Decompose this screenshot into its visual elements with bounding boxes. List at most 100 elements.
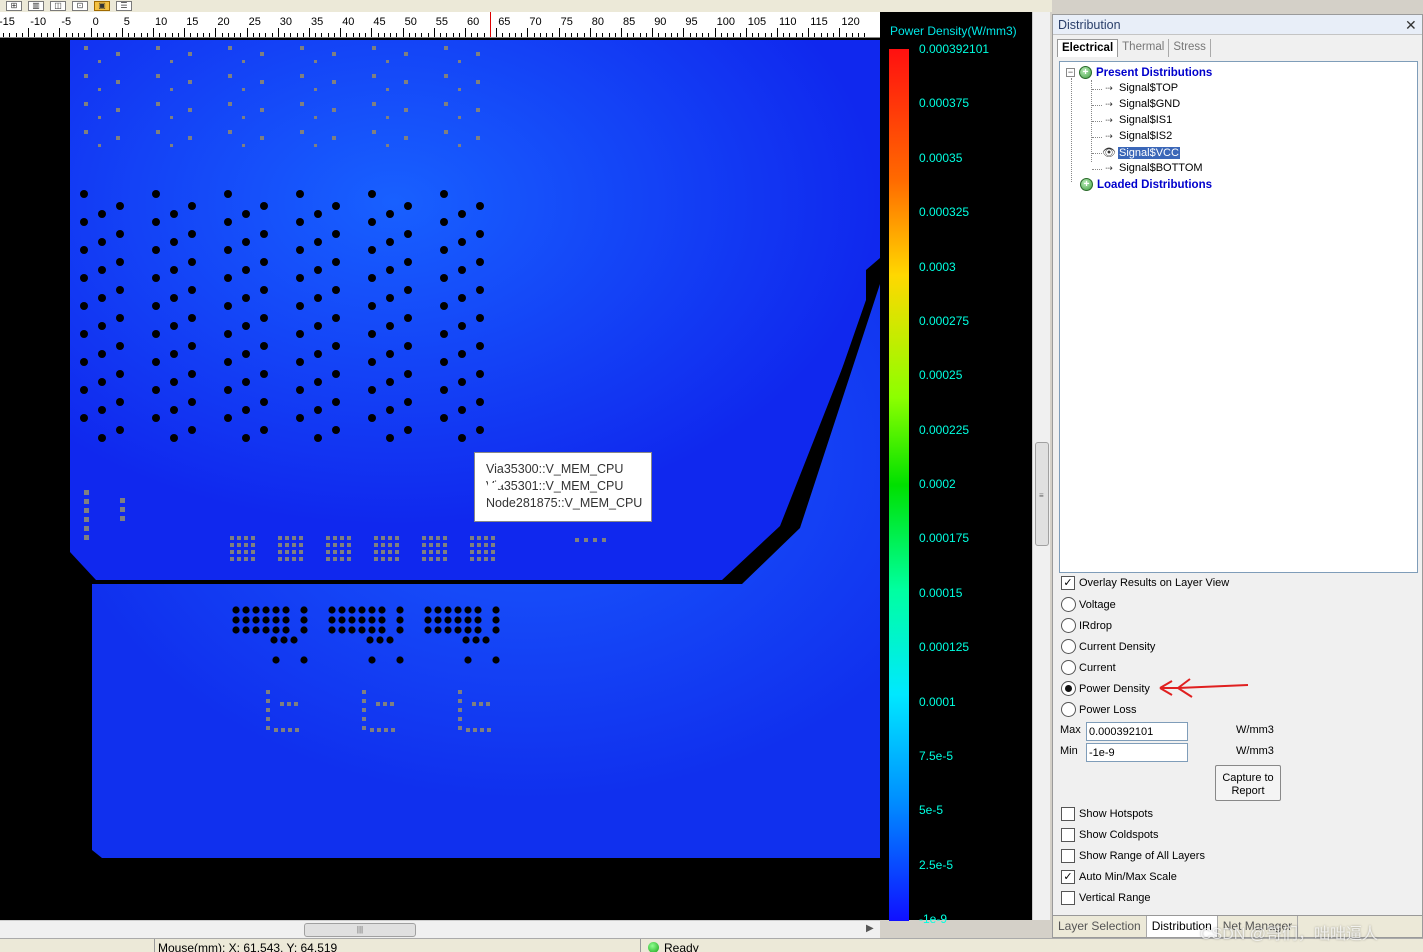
checkbox-box[interactable] bbox=[1061, 828, 1075, 842]
chart-icon[interactable]: ▥ bbox=[28, 1, 44, 11]
radio-voltage[interactable]: Voltage bbox=[1061, 597, 1116, 612]
via bbox=[224, 190, 232, 198]
max-value-field[interactable] bbox=[1086, 722, 1188, 741]
layout-canvas[interactable]: Via35300::V_MEM_CPU Via35301::V_MEM_CPU … bbox=[0, 38, 880, 920]
via bbox=[262, 616, 270, 624]
report-icon[interactable]: ☰ bbox=[116, 1, 132, 11]
checkbox-box[interactable]: ✓ bbox=[1061, 870, 1075, 884]
via bbox=[296, 302, 304, 310]
vertical-range-checkbox[interactable]: Vertical Range bbox=[1061, 891, 1151, 905]
via bbox=[188, 202, 196, 210]
via bbox=[170, 350, 178, 358]
via bbox=[476, 342, 484, 350]
tab-electrical[interactable]: Electrical bbox=[1057, 39, 1119, 57]
tree-node-loaded[interactable]: + Loaded Distributions bbox=[1080, 178, 1212, 191]
tree-leaf-is2[interactable]: ⇢ Signal$IS2 bbox=[1092, 130, 1173, 142]
pad bbox=[266, 717, 270, 721]
radio-button[interactable] bbox=[1061, 597, 1076, 612]
checkbox-box[interactable]: ✓ bbox=[1061, 576, 1075, 590]
tooltip-tail bbox=[488, 483, 504, 499]
radio-irdrop[interactable]: IRdrop bbox=[1061, 618, 1112, 633]
via bbox=[396, 616, 404, 624]
layer-icon: ⇢ bbox=[1105, 130, 1113, 141]
ruler-minor-tick bbox=[752, 33, 754, 37]
via bbox=[188, 230, 196, 238]
pad bbox=[372, 46, 376, 50]
tab-thermal[interactable]: Thermal bbox=[1118, 39, 1170, 57]
via bbox=[368, 274, 376, 282]
via bbox=[386, 378, 394, 386]
via bbox=[314, 294, 322, 302]
pad bbox=[84, 526, 89, 531]
tree-leaf-vcc[interactable]: 👁 Signal$VCC bbox=[1092, 146, 1180, 159]
tree-leaf-top[interactable]: ⇢ Signal$TOP bbox=[1092, 82, 1179, 94]
overlay-results-checkbox[interactable]: ✓ Overlay Results on Layer View bbox=[1061, 576, 1229, 590]
pad bbox=[228, 102, 232, 106]
via bbox=[348, 626, 356, 634]
via bbox=[314, 434, 322, 442]
tooltip-line: Via35301::V_MEM_CPU bbox=[486, 479, 624, 493]
capture-to-report-button[interactable]: Capture to Report bbox=[1215, 765, 1281, 801]
ruler-tick-label: 90 bbox=[654, 16, 667, 28]
via bbox=[116, 202, 124, 210]
tree-leaf-gnd[interactable]: ⇢ Signal$GND bbox=[1092, 98, 1181, 110]
tab-stress[interactable]: Stress bbox=[1169, 39, 1211, 57]
show-coldspots-checkbox[interactable]: Show Coldspots bbox=[1061, 828, 1159, 842]
tab-layer-selection[interactable]: Layer Selection bbox=[1053, 916, 1147, 937]
horizontal-scrollbar-thumb[interactable]: ||| bbox=[304, 923, 416, 937]
chart-icon[interactable]: ⊞ bbox=[6, 1, 22, 11]
radio-button[interactable] bbox=[1061, 639, 1076, 654]
ruler-tick-mark bbox=[215, 28, 217, 37]
settings-icon[interactable]: ▣ bbox=[94, 1, 110, 11]
pad bbox=[480, 728, 484, 732]
chart-icon[interactable]: ◫ bbox=[50, 1, 66, 11]
tree-node-present[interactable]: − + Present Distributions bbox=[1066, 66, 1212, 79]
radio-button[interactable] bbox=[1061, 660, 1076, 675]
via bbox=[152, 330, 160, 338]
show-range-all-layers-checkbox[interactable]: Show Range of All Layers bbox=[1061, 849, 1205, 863]
via bbox=[188, 258, 196, 266]
ruler-tick-mark bbox=[745, 28, 747, 37]
pad bbox=[278, 543, 282, 547]
radio-current-density[interactable]: Current Density bbox=[1061, 639, 1155, 654]
checkbox-box[interactable] bbox=[1061, 891, 1075, 905]
via bbox=[80, 246, 88, 254]
radio-button[interactable] bbox=[1061, 702, 1076, 717]
pad bbox=[458, 717, 462, 721]
auto-min-max-scale-checkbox[interactable]: ✓ Auto Min/Max Scale bbox=[1061, 870, 1177, 884]
scroll-right-arrow-icon[interactable]: ▶ bbox=[866, 923, 874, 934]
via bbox=[300, 626, 308, 634]
ready-status: Ready bbox=[664, 941, 699, 952]
via bbox=[464, 606, 472, 614]
min-value-field[interactable] bbox=[1086, 743, 1188, 762]
radio-current[interactable]: Current bbox=[1061, 660, 1116, 675]
checkbox-box[interactable] bbox=[1061, 849, 1075, 863]
radio-button[interactable] bbox=[1061, 618, 1076, 633]
vertical-scrollbar[interactable]: ≡ bbox=[1032, 12, 1050, 920]
radio-power-density[interactable]: Power Density bbox=[1061, 681, 1150, 696]
pad bbox=[251, 550, 255, 554]
checkbox-box[interactable] bbox=[1061, 807, 1075, 821]
via bbox=[224, 358, 232, 366]
via bbox=[296, 414, 304, 422]
ruler-tick-mark bbox=[246, 28, 248, 37]
show-hotspots-checkbox[interactable]: Show Hotspots bbox=[1061, 807, 1153, 821]
via bbox=[458, 378, 466, 386]
collapse-icon[interactable]: − bbox=[1066, 68, 1075, 77]
tree-leaf-label: Signal$GND bbox=[1119, 98, 1181, 110]
via bbox=[424, 606, 432, 614]
horizontal-scrollbar[interactable]: ||| ▶ bbox=[0, 920, 880, 938]
chart-icon[interactable]: ⊡ bbox=[72, 1, 88, 11]
vertical-scrollbar-thumb[interactable]: ≡ bbox=[1035, 442, 1049, 546]
tooltip-line: Via35300::V_MEM_CPU bbox=[486, 462, 624, 476]
radio-button-selected[interactable] bbox=[1061, 681, 1076, 696]
pad bbox=[473, 728, 477, 732]
legend-tick-label: 0.000375 bbox=[919, 96, 970, 111]
via bbox=[378, 606, 386, 614]
radio-power-loss[interactable]: Power Loss bbox=[1061, 702, 1136, 717]
ruler-minor-tick bbox=[820, 33, 822, 37]
tree-leaf-is1[interactable]: ⇢ Signal$IS1 bbox=[1092, 114, 1173, 126]
tree-leaf-bottom[interactable]: ⇢ Signal$BOTTOM bbox=[1092, 162, 1204, 174]
close-icon[interactable]: ✕ bbox=[1405, 17, 1417, 34]
legend-tick-label: 0.000275 bbox=[919, 313, 970, 328]
